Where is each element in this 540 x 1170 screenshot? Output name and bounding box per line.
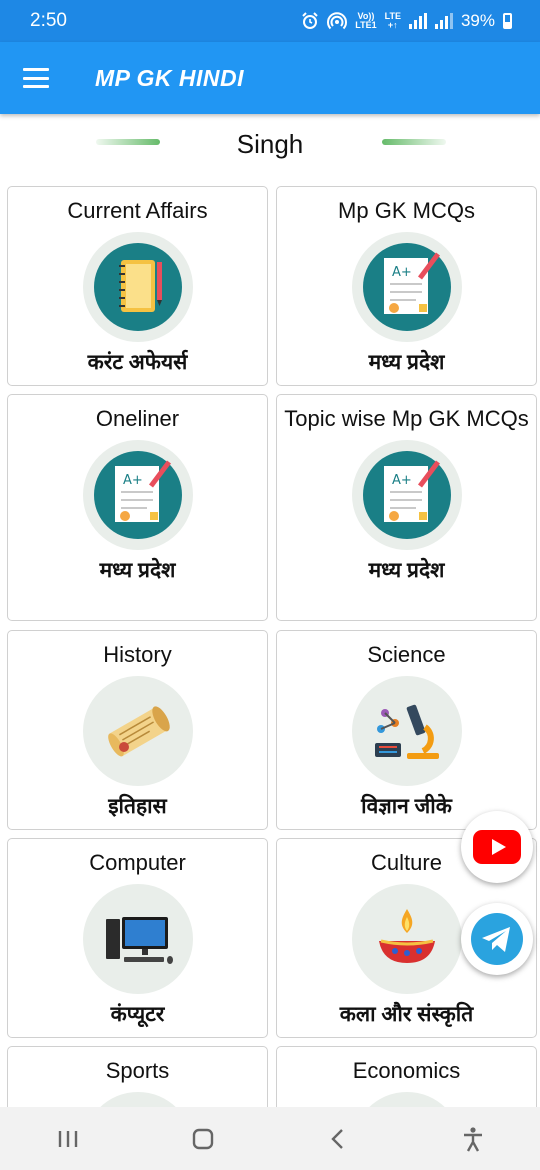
decorative-line-left <box>96 139 160 145</box>
card-icon-bg <box>351 676 462 786</box>
card-icon-bg <box>82 676 193 786</box>
card-icon-bg <box>82 232 193 342</box>
youtube-icon <box>473 830 521 864</box>
notebook-icon <box>93 243 182 331</box>
battery-icon <box>503 13 512 29</box>
volte-indicator: Vo)) LTE1 <box>355 11 377 30</box>
system-nav-bar <box>0 1107 540 1170</box>
home-icon <box>192 1128 213 1149</box>
test-paper-icon: A+ <box>362 451 451 539</box>
card-icon-bg <box>82 884 193 994</box>
card-mp-gk-mcqs[interactable]: Mp GK MCQs A+ मध्य प्रदेश <box>276 186 537 386</box>
microscope-icon <box>374 704 439 759</box>
app-title: MP GK HINDI <box>95 64 245 91</box>
category-grid: Current Affairs करंट अफेयर्स Mp GK MCQs <box>0 0 540 1170</box>
scroll-icon <box>107 706 170 757</box>
hotspot-icon <box>327 12 348 30</box>
decorative-line-right <box>382 139 446 145</box>
youtube-button[interactable] <box>461 811 533 883</box>
card-title: Sports <box>105 1058 170 1083</box>
card-title: Current Affairs <box>67 198 208 223</box>
signal-icon-2 <box>434 13 453 29</box>
section-header: Singh <box>0 124 540 164</box>
telegram-button[interactable] <box>461 903 533 975</box>
card-current-affairs[interactable]: Current Affairs करंट अफेयर्स <box>7 186 268 386</box>
card-subtitle: इतिहास <box>108 795 167 818</box>
card-subtitle: करंट अफेयर्स <box>87 351 188 374</box>
card-title: Mp GK MCQs <box>338 198 475 223</box>
card-icon-bg <box>351 884 462 994</box>
card-icon-bg: A+ <box>351 232 462 342</box>
card-computer[interactable]: Computer कंप्यूटर <box>7 838 268 1038</box>
card-title: Economics <box>352 1058 461 1083</box>
menu-icon[interactable] <box>23 68 49 88</box>
card-title: Oneliner <box>95 406 180 431</box>
accessibility-icon <box>463 1126 482 1152</box>
card-title: History <box>103 642 172 667</box>
card-title: Science <box>367 642 446 667</box>
signal-icon <box>408 13 427 29</box>
recent-apps-icon <box>58 1130 77 1147</box>
svg-text:A+: A+ <box>392 473 412 488</box>
telegram-icon <box>471 913 523 965</box>
card-history[interactable]: History इतिहास <box>7 630 268 830</box>
recent-apps-button[interactable] <box>38 1114 98 1164</box>
accessibility-button[interactable] <box>443 1114 503 1164</box>
card-oneliner[interactable]: Oneliner A+ मध्य प्रदेश <box>7 394 268 621</box>
alarm-icon <box>302 12 318 29</box>
card-title: Topic wise Mp GK MCQs <box>284 406 529 431</box>
lte-indicator: LTE +↑ <box>384 11 401 30</box>
card-icon-bg: A+ <box>351 440 462 550</box>
battery-percent: 39% <box>460 11 495 30</box>
computer-icon <box>105 917 173 964</box>
card-subtitle: मध्य प्रदेश <box>368 559 445 582</box>
card-subtitle: कला और संस्कृति <box>339 1003 474 1026</box>
card-subtitle: कंप्यूटर <box>110 1003 165 1026</box>
status-time: 2:50 <box>30 10 67 31</box>
app-bar: MP GK HINDI <box>0 42 540 114</box>
home-button[interactable] <box>173 1114 233 1164</box>
card-science[interactable]: Science विज्ञान जीके <box>276 630 537 830</box>
card-icon-bg: A+ <box>82 440 193 550</box>
back-icon <box>330 1128 343 1149</box>
card-topic-wise-mcqs[interactable]: Topic wise Mp GK MCQs A+ मध्य प्रदेश <box>276 394 537 621</box>
card-subtitle: मध्य प्रदेश <box>368 351 445 374</box>
test-paper-icon: A+ <box>93 451 182 539</box>
svg-text:A+: A+ <box>392 265 412 280</box>
test-paper-icon: A+ <box>362 243 451 331</box>
status-bar: 2:50 Vo)) LTE1 LTE +↑ 39% <box>0 0 540 42</box>
svg-text:A+: A+ <box>123 473 143 488</box>
status-icons: Vo)) LTE1 LTE +↑ 39% <box>301 11 512 31</box>
back-button[interactable] <box>308 1114 368 1164</box>
diya-lamp-icon <box>378 909 435 963</box>
section-title: Singh <box>236 128 304 159</box>
card-title: Computer <box>89 850 186 875</box>
card-subtitle: मध्य प्रदेश <box>99 559 176 582</box>
